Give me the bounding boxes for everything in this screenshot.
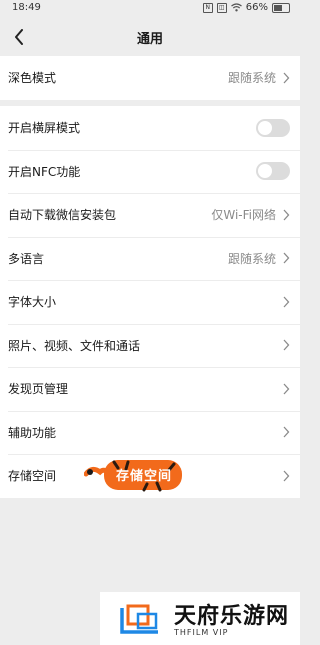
settings-item-discover[interactable]: 发现页管理 [0,367,300,411]
settings-group-general: 开启横屏模式 开启NFC功能 自动下载微信安装包 仅Wi-Fi网络 多语言 跟随… [0,106,300,498]
watermark-logo-icon [120,604,158,634]
watermark: 天府乐游网 THFILM VIP [100,592,300,645]
item-label: 辅助功能 [8,425,57,440]
chevron-right-icon [283,209,290,221]
nfc-status-icon: N [202,2,213,13]
back-arrow-icon [15,29,23,45]
item-label: 字体大小 [8,295,57,310]
wifi-icon [230,3,242,12]
item-value: 跟随系统 [227,251,276,266]
item-value: 仅Wi-Fi网络 [211,208,276,223]
settings-group-display: 深色模式 跟随系统 [0,56,300,100]
status-bar: 18:49 N ◫ 66% [0,0,300,18]
vibrate-status-icon: ◫ [216,2,227,13]
chevron-right-icon [283,72,290,84]
chevron-right-icon [283,383,290,395]
item-label: 开启NFC功能 [8,164,81,179]
page-title: 通用 [136,31,163,47]
settings-item-landscape-mode[interactable]: 开启横屏模式 [0,106,300,150]
chevron-right-icon [283,426,290,438]
annotation-label: 存储空间 [115,468,172,484]
settings-item-font-size[interactable]: 字体大小 [0,280,300,324]
item-label: 照片、视频、文件和通话 [8,338,141,353]
settings-item-media[interactable]: 照片、视频、文件和通话 [0,323,300,368]
settings-item-nfc[interactable]: 开启NFC功能 [0,149,300,194]
item-label: 开启横屏模式 [8,121,81,136]
toggle-knob [258,164,272,179]
item-label: 发现页管理 [8,382,69,397]
battery-percent: 66% [245,2,268,13]
landscape-toggle[interactable] [256,118,290,137]
back-button[interactable] [6,24,32,50]
item-label: 多语言 [8,251,45,266]
item-label: 自动下载微信安装包 [8,208,117,223]
chevron-right-icon [283,470,290,482]
status-time: 18:49 [12,2,41,13]
settings-item-language[interactable]: 多语言 跟随系统 [0,236,300,281]
settings-item-auto-download[interactable]: 自动下载微信安装包 仅Wi-Fi网络 [0,193,300,237]
watermark-subtext: THFILM VIP [174,628,229,637]
chevron-right-icon [283,339,290,351]
status-icons: N ◫ 66% [202,2,290,13]
settings-item-dark-mode[interactable]: 深色模式 跟随系统 [0,56,300,100]
item-label: 深色模式 [8,71,57,86]
nav-bar: 通用 [0,18,300,56]
chevron-right-icon [283,252,290,264]
watermark-text: 天府乐游网 [174,604,290,629]
nfc-toggle[interactable] [256,162,290,181]
settings-item-accessibility[interactable]: 辅助功能 [0,410,300,455]
item-value: 跟随系统 [227,71,276,86]
chevron-right-icon [283,296,290,308]
battery-icon [272,2,290,13]
toggle-knob [258,120,272,135]
